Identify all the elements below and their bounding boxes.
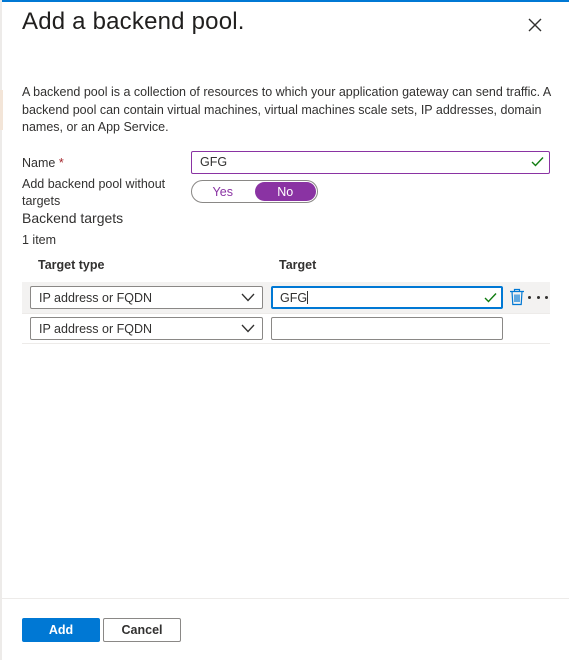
- name-label: Name *: [22, 155, 64, 172]
- column-header-target: Target: [279, 258, 317, 272]
- target-type-dropdown[interactable]: IP address or FQDN: [30, 286, 263, 309]
- text-cursor: [307, 291, 309, 304]
- target-type-value: IP address or FQDN: [39, 322, 153, 336]
- delete-row-button[interactable]: [509, 288, 525, 306]
- target-input[interactable]: [271, 317, 503, 340]
- more-dot: [536, 295, 540, 299]
- row-divider: [22, 313, 550, 314]
- valid-check-icon: [484, 293, 497, 303]
- footer-divider: [0, 598, 569, 599]
- without-targets-toggle[interactable]: Yes No: [191, 180, 318, 203]
- valid-check-icon: [531, 157, 544, 167]
- target-type-value: IP address or FQDN: [39, 291, 153, 305]
- close-icon: [528, 18, 542, 32]
- panel-top-border: [0, 0, 569, 2]
- target-type-dropdown[interactable]: IP address or FQDN: [30, 317, 263, 340]
- trash-icon: [510, 288, 524, 306]
- panel-left-accent: [0, 90, 3, 130]
- panel-description: A backend pool is a collection of resour…: [22, 85, 551, 134]
- name-input[interactable]: GFG: [191, 151, 550, 174]
- add-button[interactable]: Add: [22, 618, 100, 642]
- required-mark: *: [58, 156, 64, 170]
- toggle-no-option[interactable]: No: [254, 182, 316, 201]
- name-input-value: GFG: [200, 155, 228, 169]
- chevron-down-icon: [241, 324, 255, 333]
- without-targets-label: Add backend pool without targets: [22, 177, 166, 208]
- close-button[interactable]: [522, 12, 548, 38]
- more-dot: [545, 295, 548, 299]
- item-count: 1 item: [22, 233, 57, 247]
- column-header-target-type: Target type: [38, 258, 105, 272]
- panel-title: Add a backend pool.: [22, 8, 245, 35]
- cancel-button[interactable]: Cancel: [103, 618, 181, 642]
- row-divider: [22, 343, 550, 344]
- name-label-text: Name: [22, 156, 56, 170]
- more-dot: [528, 295, 531, 299]
- backend-targets-title: Backend targets: [22, 210, 124, 226]
- chevron-down-icon: [241, 293, 255, 302]
- more-options-button[interactable]: [528, 289, 548, 305]
- target-input[interactable]: GFG: [271, 286, 503, 309]
- target-input-value: GFG: [280, 291, 308, 305]
- toggle-yes-option[interactable]: Yes: [192, 181, 254, 202]
